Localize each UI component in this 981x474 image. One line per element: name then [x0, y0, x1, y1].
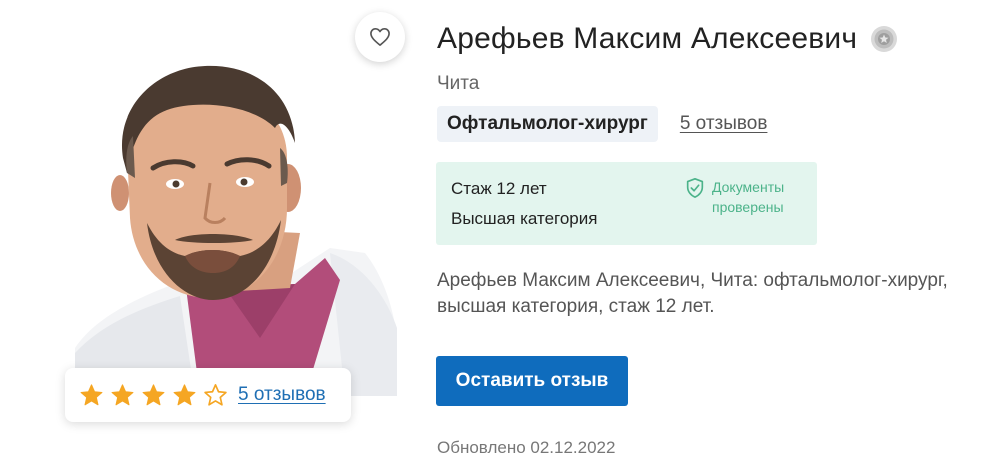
updated-date: Обновлено 02.12.2022 [437, 438, 616, 457]
specialty-chip: Офтальмолог-хирург [437, 106, 658, 142]
doctor-profile-card: 5 отзывов Арефьев Максим Алексеевич Чита… [0, 0, 981, 474]
documents-verified-text: Документы проверены [712, 177, 784, 217]
star-filled-icon [111, 383, 134, 405]
favorite-button[interactable] [355, 12, 405, 62]
star-filled-icon [142, 383, 165, 405]
doctor-portrait-image [75, 65, 397, 396]
doctor-description: Арефьев Максим Алексеевич, Чита: офтальм… [437, 270, 948, 317]
experience-category: Высшая категория [451, 209, 598, 228]
leave-review-button[interactable]: Оставить отзыв [436, 356, 628, 406]
city-label: Чита [437, 73, 480, 94]
rating-card: 5 отзывов [65, 368, 351, 422]
star-empty-icon [204, 383, 227, 406]
star-filled-icon [80, 383, 103, 405]
star-filled-icon [173, 383, 196, 405]
heart-icon [370, 28, 390, 46]
reviews-link[interactable]: 5 отзывов [680, 113, 768, 135]
shield-check-icon [686, 178, 704, 198]
rating-stars [79, 383, 228, 408]
experience-years: Стаж 12 лет [451, 179, 547, 198]
doctor-photo [75, 48, 397, 396]
documents-verified-line2: проверены [712, 199, 784, 215]
award-badge-icon [871, 26, 898, 52]
experience-card: Стаж 12 лет Высшая категория Документы п… [436, 162, 817, 245]
rating-reviews-link[interactable]: 5 отзывов [238, 384, 326, 406]
documents-verified: Документы проверены [684, 177, 784, 217]
doctor-name: Арефьев Максим Алексеевич [437, 22, 858, 55]
name-row: Арефьев Максим Алексеевич [437, 22, 899, 56]
documents-verified-line1: Документы [712, 179, 785, 195]
specialty-row: Офтальмолог-хирург 5 отзывов [437, 106, 767, 142]
